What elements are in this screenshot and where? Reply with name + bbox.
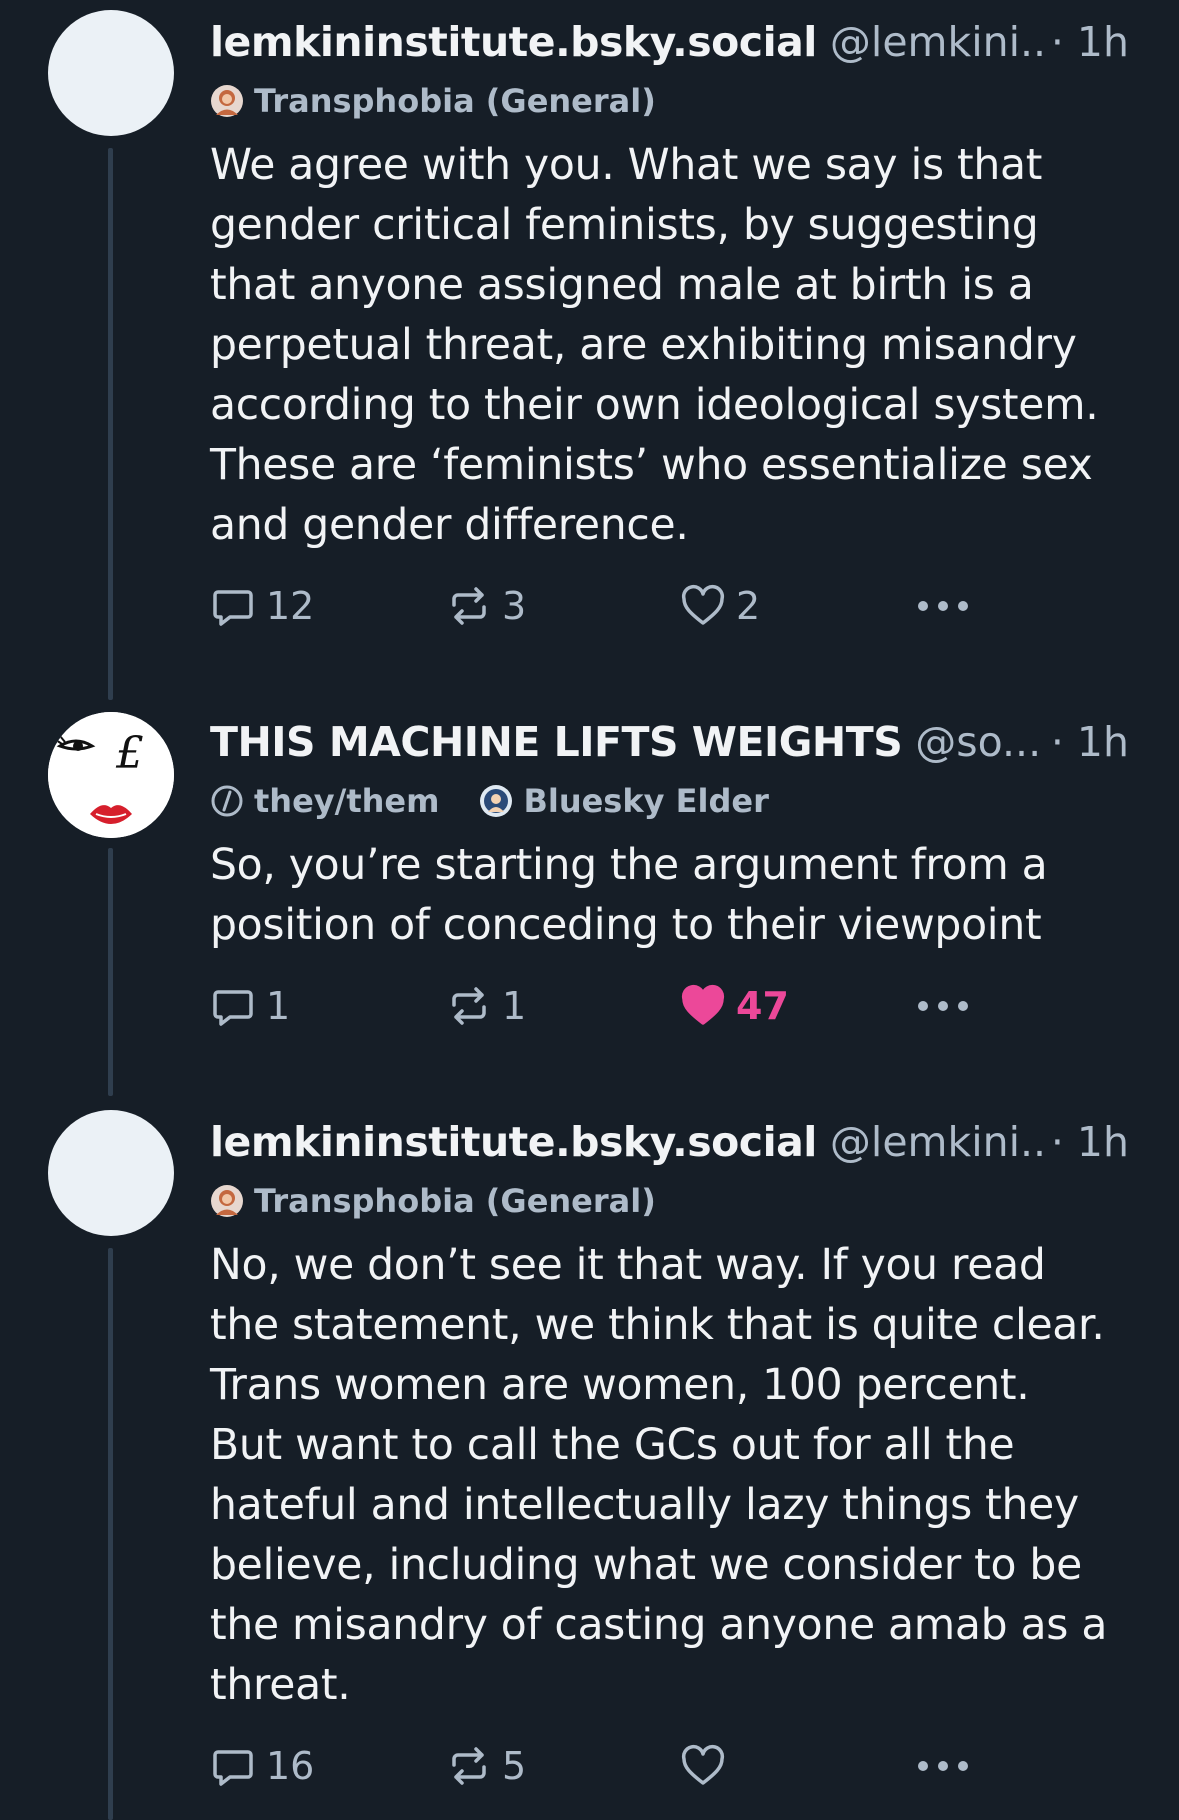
- thread-line: [108, 148, 113, 700]
- action-bar: 16 5: [210, 1736, 1129, 1796]
- heart-icon: [681, 584, 725, 625]
- thread: lemkininstitute.bsky.social @lemkini... …: [0, 0, 1179, 1820]
- more-options-button[interactable]: [916, 1736, 980, 1796]
- reply-count: 16: [266, 1744, 315, 1788]
- reply-count: 12: [266, 584, 315, 628]
- labels-row: they/them Bluesky Elder: [210, 780, 1129, 822]
- timestamp[interactable]: · 1h: [1042, 714, 1129, 770]
- repost-button[interactable]: 5: [446, 1736, 526, 1796]
- post[interactable]: £ THIS MACHINE LIFTS WEIGHTS @so... · 1h…: [0, 700, 1179, 1100]
- avatar[interactable]: [48, 10, 174, 136]
- reply-button[interactable]: 12: [210, 576, 314, 636]
- reply-icon: [213, 990, 253, 1026]
- post[interactable]: lemkininstitute.bsky.social @lemkini... …: [0, 1100, 1179, 1820]
- labeler-avatar-icon: [211, 1185, 243, 1217]
- repost-count: 1: [502, 984, 527, 1028]
- like-button[interactable]: 2: [680, 576, 760, 636]
- thread-line: [108, 848, 113, 1096]
- reply-button[interactable]: 16: [210, 1736, 314, 1796]
- post-header: lemkininstitute.bsky.social @lemkini... …: [210, 14, 1129, 70]
- timestamp[interactable]: · 1h: [1042, 14, 1129, 70]
- display-name[interactable]: lemkininstitute.bsky.social: [210, 18, 817, 66]
- repost-count: 3: [502, 584, 527, 628]
- handle[interactable]: @lemkini...: [830, 18, 1059, 66]
- display-name[interactable]: lemkininstitute.bsky.social: [210, 1118, 817, 1166]
- thread-line: [108, 1248, 113, 1820]
- more-icon: [918, 601, 968, 611]
- moderation-label[interactable]: Bluesky Elder: [479, 782, 769, 820]
- svg-text:£: £: [115, 728, 144, 779]
- like-button[interactable]: 47: [680, 976, 789, 1036]
- label-text: Bluesky Elder: [523, 782, 769, 820]
- more-options-button[interactable]: [916, 576, 980, 636]
- more-icon: [918, 1761, 968, 1771]
- moderation-label[interactable]: Transphobia (General): [210, 1182, 656, 1220]
- repost-button[interactable]: 3: [446, 576, 526, 636]
- label-text: they/them: [254, 782, 440, 820]
- reply-button[interactable]: 1: [210, 976, 290, 1036]
- avatar-art: £: [48, 712, 174, 838]
- labeler-avatar-icon: [211, 85, 243, 117]
- post-text: So, you’re starting the argument from a …: [210, 841, 1048, 950]
- avatar[interactable]: £: [48, 712, 174, 838]
- post-text: We agree with you. What we say is that g…: [210, 141, 1099, 550]
- like-button[interactable]: [680, 1736, 736, 1796]
- more-options-button[interactable]: [916, 976, 980, 1036]
- repost-count: 5: [502, 1744, 527, 1788]
- post-header: lemkininstitute.bsky.social @lemkini... …: [210, 1114, 1129, 1170]
- repost-icon: [452, 987, 486, 1025]
- post-header: THIS MACHINE LIFTS WEIGHTS @so... · 1h: [210, 714, 1129, 770]
- handle[interactable]: @so...: [915, 718, 1041, 766]
- timestamp[interactable]: · 1h: [1042, 1114, 1129, 1170]
- labels-row: Transphobia (General): [210, 1180, 1129, 1222]
- pronoun-icon: [211, 785, 243, 817]
- label-text: Transphobia (General): [254, 82, 656, 120]
- labels-row: Transphobia (General): [210, 80, 1129, 122]
- reply-count: 1: [266, 984, 291, 1028]
- repost-icon: [452, 1747, 486, 1785]
- pronoun-label[interactable]: they/them: [210, 782, 439, 820]
- display-name[interactable]: THIS MACHINE LIFTS WEIGHTS: [210, 718, 903, 766]
- like-count: 47: [736, 984, 789, 1028]
- post-content: THIS MACHINE LIFTS WEIGHTS @so... · 1h t…: [210, 714, 1129, 1036]
- post-text: No, we don’t see it that way. If you rea…: [210, 1241, 1108, 1710]
- post[interactable]: lemkininstitute.bsky.social @lemkini... …: [0, 0, 1179, 700]
- action-bar: 1 1 47: [210, 976, 1129, 1036]
- like-count: 2: [736, 584, 761, 628]
- repost-icon: [452, 587, 486, 625]
- label-text: Transphobia (General): [254, 1182, 656, 1220]
- labeler-avatar-icon: [480, 785, 513, 817]
- post-content: lemkininstitute.bsky.social @lemkini... …: [210, 1114, 1129, 1796]
- moderation-label[interactable]: Transphobia (General): [210, 82, 656, 120]
- reply-icon: [213, 1750, 253, 1786]
- reply-icon: [213, 590, 253, 626]
- heart-filled-icon: [681, 984, 725, 1025]
- avatar[interactable]: [48, 1110, 174, 1236]
- heart-icon: [681, 1744, 725, 1785]
- repost-button[interactable]: 1: [446, 976, 526, 1036]
- action-bar: 12 3 2: [210, 576, 1129, 636]
- handle[interactable]: @lemkini...: [830, 1118, 1059, 1166]
- post-content: lemkininstitute.bsky.social @lemkini... …: [210, 14, 1129, 636]
- more-icon: [918, 1001, 968, 1011]
